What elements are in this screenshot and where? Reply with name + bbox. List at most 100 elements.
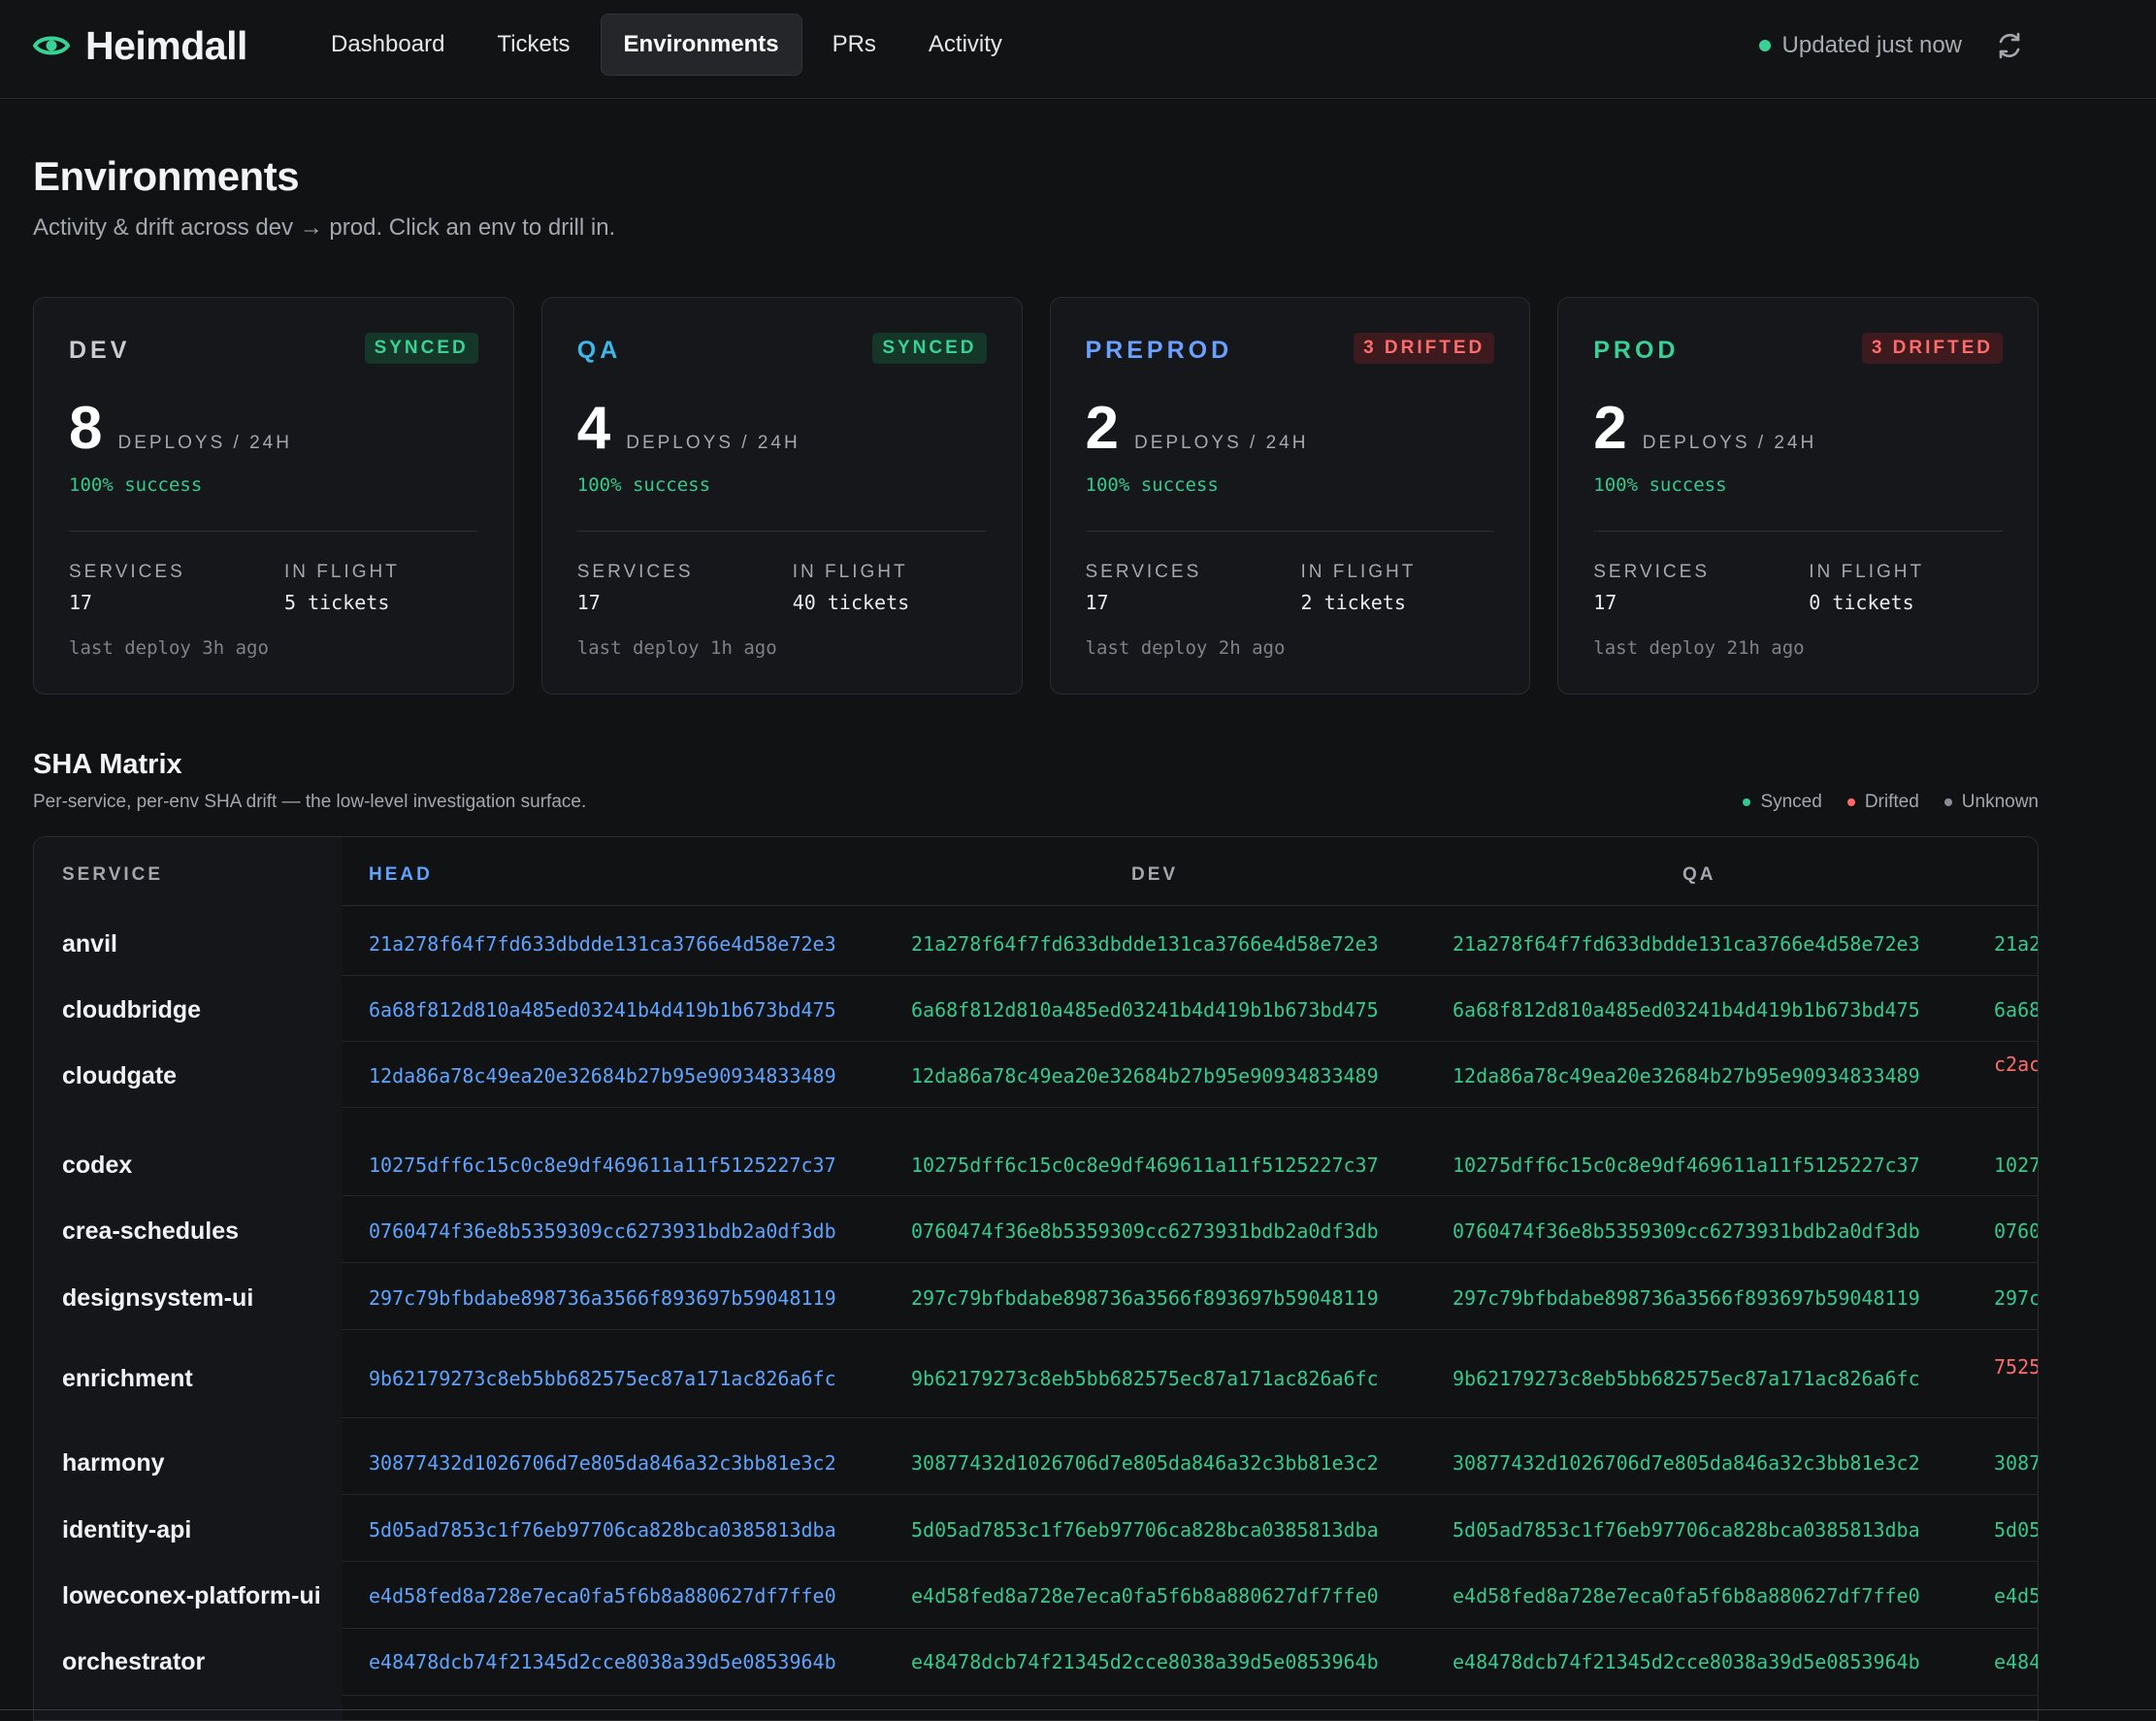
sha-value-next-env: 6a68: [1994, 998, 2039, 1022]
sha-cell-qa[interactable]: 9b62179273c8eb5bb682575ec87a171ac826a6fc: [1453, 1367, 1920, 1390]
in-flight-count: 5 tickets: [284, 591, 390, 614]
service-name[interactable]: loweconex-platform-ui: [62, 1582, 321, 1610]
row-divider: [343, 1561, 2038, 1562]
env-card-qa[interactable]: QA SYNCED 4 DEPLOYS / 24H 100% success SERVIC…: [540, 297, 1023, 695]
sha-cell-next-env[interactable]: 21a2: [1994, 932, 2038, 961]
service-name[interactable]: anvil: [62, 930, 117, 958]
sha-cell-next-env[interactable]: e4d5: [1994, 1584, 2039, 1613]
env-name: QA: [576, 337, 622, 364]
sha-cell-qa[interactable]: 10275dff6c15c0c8e9df469611a11f5125227c37: [1453, 1153, 1920, 1177]
sha-cell-head[interactable]: 297c79bfbdabe898736a3566f893697b59048119: [369, 1286, 836, 1310]
sha-cell-dev[interactable]: 30877432d1026706d7e805da846a32c3bb81e3c2: [911, 1451, 1379, 1475]
sha-cell-head[interactable]: e48478dcb74f21345d2cce8038a39d5e0853964b: [369, 1650, 836, 1673]
env-status-badge: SYNCED: [872, 333, 987, 364]
sha-cell-qa[interactable]: e48478dcb74f21345d2cce8038a39d5e0853964b: [1453, 1650, 1920, 1673]
sha-cell-head[interactable]: 0760474f36e8b5359309cc6273931bdb2a0df3db: [369, 1219, 836, 1243]
sha-cell-head[interactable]: 6a68f812d810a485ed03241b4d419b1b673bd475: [369, 998, 836, 1022]
sha-cell-head[interactable]: 10275dff6c15c0c8e9df469611a11f5125227c37: [369, 1153, 836, 1177]
service-name[interactable]: harmony: [62, 1449, 165, 1477]
sha-cell-dev[interactable]: 9b62179273c8eb5bb682575ec87a171ac826a6fc: [911, 1367, 1379, 1390]
sha-cell-qa[interactable]: 21a278f64f7fd633dbdde131ca3766e4d58e72e3: [1453, 932, 1920, 956]
env-status-badge: SYNCED: [364, 333, 478, 364]
sha-cell-qa[interactable]: 5d05ad7853c1f76eb97706ca828bca0385813dba: [1453, 1518, 1920, 1542]
col-header-service: SERVICE: [62, 864, 164, 885]
row-divider: [343, 1628, 2038, 1629]
sha-cell-dev[interactable]: 297c79bfbdabe898736a3566f893697b59048119: [911, 1286, 1379, 1310]
row-divider: [343, 1262, 2038, 1263]
service-name[interactable]: codex: [62, 1152, 132, 1180]
sha-cell-next-env[interactable]: 1027: [1994, 1153, 2038, 1183]
sha-value-next-env: e484: [1994, 1650, 2039, 1673]
services-count: 17: [576, 591, 601, 614]
sha-cell-dev[interactable]: 0760474f36e8b5359309cc6273931bdb2a0df3db: [911, 1219, 1379, 1243]
in-flight-label: IN FLIGHT: [284, 562, 400, 582]
service-name[interactable]: crea-schedules: [62, 1218, 239, 1246]
success-rate: 100% success: [1085, 474, 1219, 496]
sha-cell-next-env[interactable]: e484: [1994, 1650, 2039, 1679]
sha-cell-head[interactable]: e4d58fed8a728e7eca0fa5f6b8a880627df7ffe0: [369, 1584, 836, 1607]
sha-value-next-env: 297c: [1994, 1286, 2039, 1310]
service-name[interactable]: cloudgate: [62, 1062, 177, 1090]
sha-cell-qa[interactable]: 297c79bfbdabe898736a3566f893697b59048119: [1453, 1286, 1920, 1310]
sha-cell-next-env[interactable]: 297c: [1994, 1286, 2039, 1315]
nav-activity[interactable]: Activity: [906, 14, 1025, 76]
env-card-dev[interactable]: DEV SYNCED 8 DEPLOYS / 24H 100% success SERVI…: [33, 297, 514, 695]
sha-cell-dev[interactable]: 12da86a78c49ea20e32684b27b95e90934833489: [911, 1064, 1379, 1088]
sha-cell-qa[interactable]: e4d58fed8a728e7eca0fa5f6b8a880627df7ffe0: [1453, 1584, 1920, 1607]
services-label: SERVICES: [576, 562, 694, 582]
sha-cell-dev[interactable]: 10275dff6c15c0c8e9df469611a11f5125227c37: [911, 1153, 1379, 1177]
sha-legend: Synced Drifted Unknown: [1743, 792, 2039, 813]
row-divider: [343, 1041, 2038, 1042]
sha-cell-next-env[interactable]: 6a68: [1994, 998, 2039, 1027]
sha-cell-qa[interactable]: 6a68f812d810a485ed03241b4d419b1b673bd475: [1453, 998, 1920, 1022]
env-card-prod[interactable]: PROD 3 DRIFTED 2 DEPLOYS / 24H 100% success S…: [1557, 297, 2039, 695]
sha-cell-head[interactable]: 5d05ad7853c1f76eb97706ca828bca0385813dba: [369, 1518, 836, 1542]
sha-cell-dev[interactable]: e48478dcb74f21345d2cce8038a39d5e0853964b: [911, 1650, 1379, 1673]
col-header-head: HEAD: [369, 864, 433, 885]
sha-cell-next-env[interactable]: 0760: [1994, 1219, 2038, 1249]
top-bar: Heimdall Dashboard Tickets Environments …: [0, 0, 2156, 99]
service-name[interactable]: enrichment: [62, 1365, 193, 1393]
sha-cell-dev[interactable]: 21a278f64f7fd633dbdde131ca3766e4d58e72e3: [911, 932, 1379, 956]
sha-cell-qa[interactable]: 30877432d1026706d7e805da846a32c3bb81e3c2: [1453, 1451, 1920, 1475]
col-header-qa: QA: [1682, 864, 1716, 885]
nav-dashboard[interactable]: Dashboard: [309, 14, 467, 76]
in-flight-label: IN FLIGHT: [1300, 562, 1417, 582]
deploys-count: 4: [576, 395, 611, 462]
service-name[interactable]: orchestrator: [62, 1648, 205, 1676]
sha-cell-dev[interactable]: e4d58fed8a728e7eca0fa5f6b8a880627df7ffe0: [911, 1584, 1379, 1607]
sha-cell-dev[interactable]: 6a68f812d810a485ed03241b4d419b1b673bd475: [911, 998, 1379, 1022]
sha-value-next-env: 7525: [1994, 1355, 2039, 1379]
env-name: DEV: [69, 337, 131, 364]
service-name[interactable]: cloudbridge: [62, 996, 201, 1024]
sha-cell-head[interactable]: 21a278f64f7fd633dbdde131ca3766e4d58e72e3: [369, 932, 836, 956]
services-count: 17: [1593, 591, 1617, 614]
sha-cell-head[interactable]: 12da86a78c49ea20e32684b27b95e90934833489: [369, 1064, 836, 1088]
deploys-label: DEPLOYS / 24H: [626, 433, 800, 453]
sha-cell-qa[interactable]: 12da86a78c49ea20e32684b27b95e90934833489: [1453, 1064, 1920, 1088]
nav-tickets[interactable]: Tickets: [474, 14, 592, 76]
sha-cell-next-env[interactable]: c2ac: [1994, 1053, 2038, 1082]
sha-cell-qa[interactable]: 0760474f36e8b5359309cc6273931bdb2a0df3db: [1453, 1219, 1920, 1243]
bottom-divider: [0, 1709, 2156, 1710]
in-flight-label: IN FLIGHT: [792, 562, 908, 582]
sha-value-next-env: e4d5: [1994, 1584, 2039, 1607]
deploys-stat: 2 DEPLOYS / 24H: [1593, 399, 1816, 459]
env-card-preprod[interactable]: PREPROD 3 DRIFTED 2 DEPLOYS / 24H 100% succe…: [1049, 297, 1531, 695]
legend-unknown-label: Unknown: [1961, 792, 2039, 812]
nav-environments[interactable]: Environments: [600, 14, 802, 76]
sha-cell-next-env[interactable]: 7525: [1994, 1355, 2039, 1384]
sha-cell-head[interactable]: 30877432d1026706d7e805da846a32c3bb81e3c2: [369, 1451, 836, 1475]
brand[interactable]: Heimdall: [33, 19, 247, 72]
service-name[interactable]: identity-api: [62, 1516, 191, 1544]
sha-cell-next-env[interactable]: 3087: [1994, 1451, 2038, 1480]
page-subtitle: Activity & drift across dev → prod. Clic…: [33, 214, 616, 241]
nav-prs[interactable]: PRs: [810, 14, 898, 76]
card-divider: [576, 531, 987, 532]
eye-icon: [33, 36, 70, 55]
refresh-button[interactable]: [1993, 29, 2026, 62]
service-name[interactable]: designsystem-ui: [62, 1284, 253, 1313]
sha-cell-next-env[interactable]: 5d05: [1994, 1518, 2038, 1547]
sha-cell-head[interactable]: 9b62179273c8eb5bb682575ec87a171ac826a6fc: [369, 1367, 836, 1390]
sha-cell-dev[interactable]: 5d05ad7853c1f76eb97706ca828bca0385813dba: [911, 1518, 1379, 1542]
